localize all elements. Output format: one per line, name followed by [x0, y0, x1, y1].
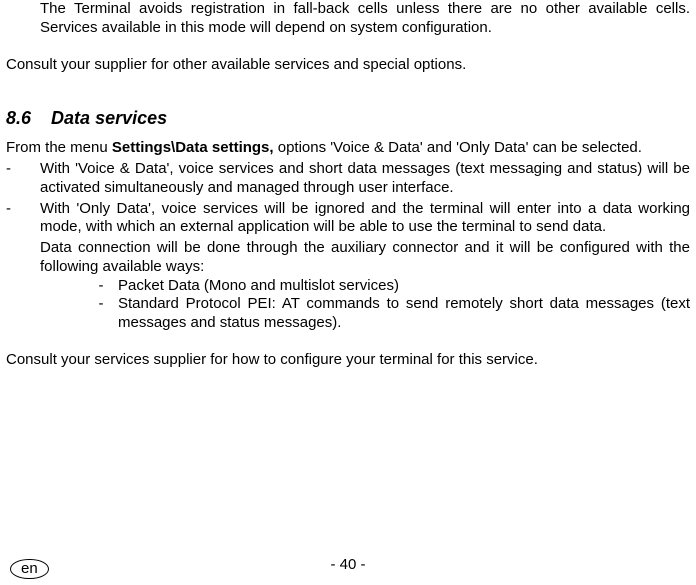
page-number: - 40 -: [0, 556, 696, 573]
intro-part1: From the menu: [6, 139, 112, 156]
list-item: - Standard Protocol PEI: AT commands to …: [84, 295, 690, 333]
list-item: - Packet Data (Mono and multislot servic…: [84, 277, 690, 296]
intro-bold: Settings\Data settings,: [112, 139, 274, 156]
sublist-packet-data: Packet Data (Mono and multislot services…: [118, 277, 690, 296]
dash-icon: -: [6, 200, 40, 238]
list-item: - With 'Voice & Data', voice services an…: [6, 160, 690, 198]
list-text-voice-data: With 'Voice & Data', voice services and …: [40, 160, 690, 198]
list-text-only-data: With 'Only Data', voice services will be…: [40, 200, 690, 238]
section-heading: 8.6 Data services: [6, 108, 690, 129]
language-badge: en: [10, 559, 49, 580]
section-title: Data services: [51, 108, 167, 128]
intro-part2: options 'Voice & Data' and 'Only Data' c…: [274, 139, 642, 156]
data-connection-para: Data connection will be done through the…: [40, 239, 690, 277]
fallback-cells-para: The Terminal avoids registration in fall…: [40, 0, 690, 38]
dash-icon: -: [6, 160, 40, 198]
sublist-standard-protocol: Standard Protocol PEI: AT commands to se…: [118, 295, 690, 333]
list-item: - With 'Only Data', voice services will …: [6, 200, 690, 238]
consult-supplier-para: Consult your supplier for other availabl…: [6, 56, 690, 75]
intro-para: From the menu Settings\Data settings, op…: [6, 139, 690, 158]
section-number: 8.6: [6, 108, 31, 128]
consult-services-para: Consult your services supplier for how t…: [6, 351, 690, 370]
dash-icon: -: [84, 277, 118, 296]
dash-icon: -: [84, 295, 118, 333]
